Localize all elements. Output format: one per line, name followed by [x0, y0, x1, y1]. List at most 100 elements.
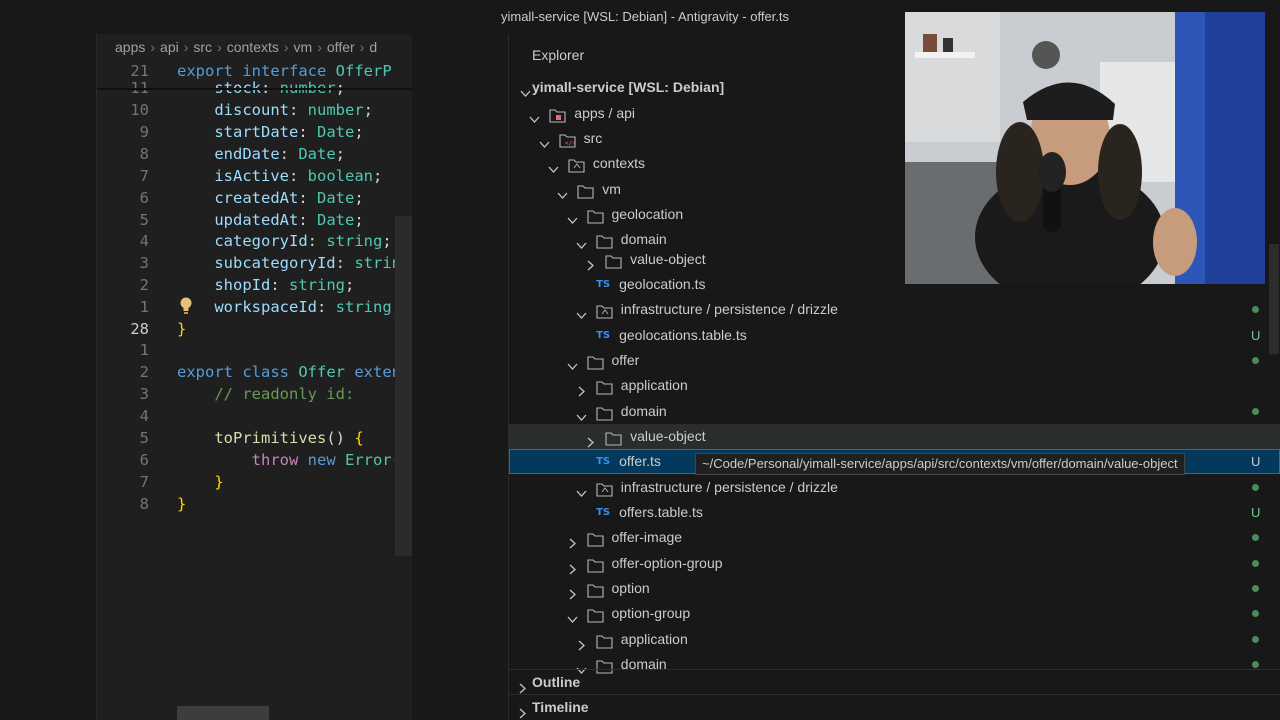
chevron-down-icon[interactable] — [567, 608, 578, 623]
chevron-down-icon[interactable] — [539, 133, 550, 148]
code-line[interactable]: 4 — [97, 405, 412, 427]
chevron-down-icon[interactable] — [529, 108, 540, 123]
line-number: 10 — [130, 101, 149, 119]
chevron-right-icon[interactable] — [517, 677, 528, 694]
chevron-down-icon[interactable] — [567, 209, 578, 224]
git-untracked-badge: U — [1251, 505, 1261, 520]
code-text: } — [177, 318, 186, 340]
chevron-down-icon[interactable] — [576, 406, 587, 421]
code-token: } — [214, 473, 224, 491]
tree-folder-item[interactable]: option-group — [509, 601, 1280, 626]
code-token: exten — [354, 363, 401, 381]
tree-folder-item[interactable]: application — [509, 373, 1280, 398]
code-token: ; — [345, 276, 355, 294]
chevron-down-icon[interactable] — [520, 82, 531, 97]
breadcrumb-item[interactable]: api — [160, 39, 179, 55]
code-token: Error — [344, 451, 392, 469]
code-line[interactable]: 3 subcategoryId: string; — [97, 252, 412, 274]
chevron-down-icon[interactable] — [567, 355, 578, 370]
tree-folder-item[interactable]: offer-option-group — [509, 551, 1280, 576]
tree-item-label: offer.ts — [619, 453, 661, 469]
code-token: : — [279, 145, 299, 163]
minimap[interactable] — [395, 216, 412, 556]
git-untracked-badge: U — [1251, 328, 1261, 343]
tree-folder-item[interactable]: value-object — [509, 424, 1280, 449]
code-token: { — [354, 429, 364, 447]
tree-item-label: yimall-service [WSL: Debian] — [532, 79, 725, 95]
section-label: Outline — [532, 674, 581, 690]
chevron-right-icon[interactable] — [585, 254, 596, 271]
code-line[interactable]: 6 createdAt: Date; — [97, 187, 412, 209]
typescript-file-icon: TS — [596, 507, 611, 518]
tree-file-item[interactable]: TS geolocations.table.ts U — [509, 323, 1280, 348]
chevron-down-icon[interactable] — [576, 304, 587, 319]
breadcrumb-item[interactable]: vm — [294, 39, 313, 55]
horizontal-scrollbar[interactable] — [177, 706, 269, 720]
lightbulb-icon[interactable] — [177, 296, 195, 316]
code-token: string — [326, 232, 383, 250]
chevron-right-icon[interactable] — [567, 532, 578, 549]
code-line[interactable]: 1 — [97, 339, 412, 361]
section-header-timeline[interactable]: Timeline — [509, 694, 1280, 719]
tree-file-item[interactable]: TS offers.table.ts U — [509, 500, 1280, 525]
tree-folder-item[interactable]: domain — [509, 399, 1280, 424]
tree-folder-item[interactable]: infrastructure / persistence / drizzle — [509, 475, 1280, 500]
code-token: : — [316, 298, 336, 316]
explorer-scrollbar[interactable] — [1269, 244, 1279, 354]
code-line[interactable]: 28} — [97, 318, 412, 340]
code-token: Offer — [298, 363, 355, 381]
code-editor[interactable]: apps › api › src › contexts › vm › offer › d 21 expor… — [97, 34, 412, 720]
breadcrumb-item[interactable]: contexts — [227, 39, 279, 55]
code-token: ; — [335, 145, 345, 163]
code-line[interactable]: 5 toPrimitives() { — [97, 427, 412, 449]
tree-folder-item[interactable]: offer-image — [509, 525, 1280, 550]
code-line[interactable]: 2 shopId: string; — [97, 274, 412, 296]
tree-item-label: option — [611, 580, 650, 596]
breadcrumb-item[interactable]: apps — [115, 39, 145, 55]
code-line[interactable]: 10 discount: number; — [97, 99, 412, 121]
chevron-right-icon[interactable] — [576, 634, 587, 651]
git-status-dot — [1252, 661, 1259, 668]
chevron-right-icon[interactable] — [517, 702, 528, 719]
code-text: categoryId: string; — [177, 230, 391, 252]
code-line[interactable]: 6 throw new Error( — [97, 449, 412, 471]
code-line[interactable]: 4 categoryId: string; — [97, 230, 412, 252]
code-line[interactable]: 7 } — [97, 471, 412, 493]
code-line[interactable]: 8 endDate: Date; — [97, 143, 412, 165]
code-text: // readonly id: — [177, 383, 354, 405]
code-line[interactable]: 2 export class Offer exten — [97, 361, 412, 383]
code-line[interactable]: 8} — [97, 493, 412, 515]
tree-folder-item[interactable]: option — [509, 576, 1280, 601]
chevron-down-icon[interactable] — [548, 158, 559, 173]
folder-icon — [596, 480, 613, 497]
chevron-down-icon[interactable] — [557, 184, 568, 199]
chevron-right-icon[interactable] — [567, 558, 578, 575]
code-token: : — [307, 232, 327, 250]
code-token: Date — [317, 189, 355, 207]
breadcrumb-item[interactable]: d — [369, 39, 377, 55]
code-line[interactable]: 9 startDate: Date; — [97, 121, 412, 143]
tree-folder-item[interactable]: offer — [509, 348, 1280, 373]
breadcrumb-item[interactable]: src — [193, 39, 212, 55]
code-line[interactable]: 7 isActive: boolean; — [97, 165, 412, 187]
code-line[interactable]: 5 updatedAt: Date; — [97, 209, 412, 231]
chevron-right-icon[interactable] — [567, 583, 578, 600]
code-line[interactable]: 3 // readonly id: — [97, 383, 412, 405]
section-label: Timeline — [532, 699, 589, 715]
git-status-dot — [1252, 534, 1259, 541]
section-header-outline[interactable]: Outline — [509, 669, 1280, 694]
chevron-right-icon[interactable] — [576, 380, 587, 397]
tree-folder-item[interactable]: application — [509, 627, 1280, 652]
chevron-right-icon[interactable] — [585, 431, 596, 448]
folder-icon — [586, 207, 604, 224]
code-text: throw new Error( — [177, 449, 401, 471]
code-token: ; — [354, 189, 364, 207]
chevron-down-icon[interactable] — [576, 482, 587, 497]
tree-folder-item[interactable]: infrastructure / persistence / drizzle — [509, 297, 1280, 322]
breadcrumb-item[interactable]: offer — [327, 39, 355, 55]
code-line[interactable]: 1 workspaceId: string; — [97, 296, 412, 318]
breadcrumb[interactable]: apps › api › src › contexts › vm › offer › d — [115, 39, 377, 59]
chevron-down-icon[interactable] — [576, 234, 587, 249]
